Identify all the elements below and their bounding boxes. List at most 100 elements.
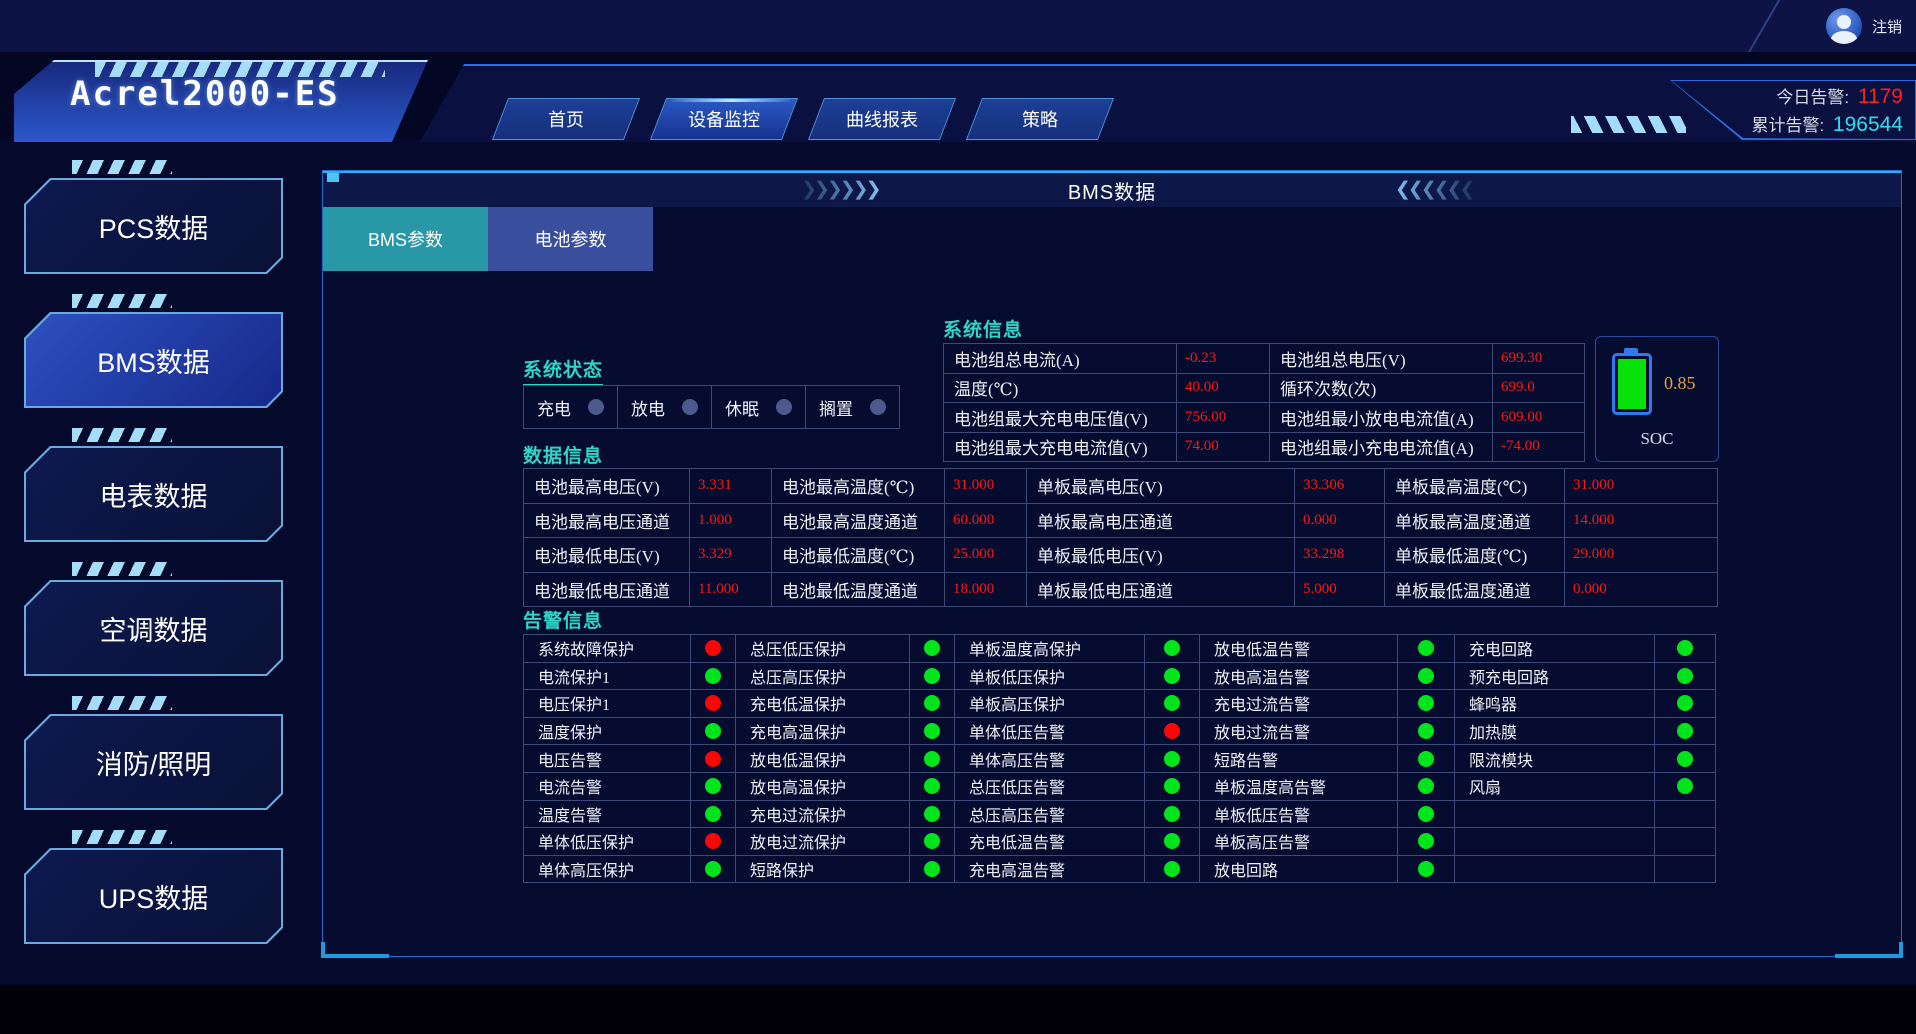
alarm-alert-icon <box>705 751 721 767</box>
alarm-indicator-cell <box>1145 745 1199 772</box>
alarm-ok-icon <box>1418 751 1434 767</box>
sidebar-button[interactable]: 消防/照明 <box>24 714 283 810</box>
alarm-indicator-cell <box>1655 690 1715 717</box>
alarm-indicator-cell <box>1398 773 1454 800</box>
nav-tab-设备监控[interactable]: 设备监控 <box>650 98 798 140</box>
sidebar-slashes-decoration <box>72 696 172 710</box>
alarm-label: 总压低压告警 <box>955 773 1144 800</box>
alarm-indicator-cell <box>1655 663 1715 690</box>
sidebar-button[interactable]: UPS数据 <box>24 848 283 944</box>
info-label: 电池组最大充电电流值(V) <box>944 433 1176 462</box>
alarm-indicator-cell <box>1145 828 1199 855</box>
alarm-ok-icon <box>1164 695 1180 711</box>
system-info-table: 电池组总电流(A)-0.23电池组总电压(V)699.30温度(℃)40.00循… <box>943 343 1585 462</box>
tab-BMS参数[interactable]: BMS参数 <box>323 207 488 271</box>
alarm-label: 放电过流保护 <box>736 828 909 855</box>
nav-tab-首页[interactable]: 首页 <box>492 98 640 140</box>
alarm-label <box>1455 828 1654 855</box>
info-value: 11.000 <box>690 573 771 607</box>
chevrons-left-icon <box>1395 178 1473 201</box>
alarm-label: 充电高温保护 <box>736 718 909 745</box>
sidebar-item-PCS数据[interactable]: PCS数据 <box>24 160 283 274</box>
nav-tab-label: 曲线报表 <box>817 99 947 139</box>
sidebar-button-label: BMS数据 <box>26 314 281 406</box>
info-label: 电池最低电压(V) <box>524 538 689 572</box>
nav-tab-曲线报表[interactable]: 曲线报表 <box>808 98 956 140</box>
alarm-indicator-cell <box>1145 663 1199 690</box>
alarm-label: 单板高压保护 <box>955 690 1144 717</box>
info-label: 电池最高温度通道 <box>772 504 944 538</box>
info-value: 31.000 <box>1565 469 1717 503</box>
alarm-ok-icon <box>1418 695 1434 711</box>
sidebar-button-label: PCS数据 <box>26 180 281 272</box>
panel-title: BMS数据 <box>323 173 1901 207</box>
alarm-alert-icon <box>705 640 721 656</box>
alarm-ok-icon <box>705 861 721 877</box>
alarm-ok-icon <box>1677 695 1693 711</box>
info-value: 40.00 <box>1177 374 1269 403</box>
logout-label[interactable]: 注销 <box>1872 16 1902 37</box>
total-alarm-label: 累计告警: <box>1751 116 1824 135</box>
alarm-indicator-cell <box>910 801 954 828</box>
alarm-ok-icon <box>924 861 940 877</box>
panel-title-bar: BMS数据 <box>323 171 1901 207</box>
info-value: 14.000 <box>1565 504 1717 538</box>
sidebar-button[interactable]: BMS数据 <box>24 312 283 408</box>
sidebar-button[interactable]: PCS数据 <box>24 178 283 274</box>
bms-dashboard: 注销 Acrel2000-ES 首页设备监控曲线报表策略 今日告警: 1179 … <box>0 0 1916 1034</box>
alarm-indicator-cell <box>691 635 735 662</box>
info-value: 699.30 <box>1493 344 1584 373</box>
header-band: Acrel2000-ES 首页设备监控曲线报表策略 今日告警: 1179 累计告… <box>0 52 1916 140</box>
alarm-ok-icon <box>1418 806 1434 822</box>
bms-panel: BMS数据 BMS参数电池参数 系统状态 充电放电休眠搁置 系统信息 电池组总电… <box>322 170 1902 957</box>
sidebar-item-空调数据[interactable]: 空调数据 <box>24 562 283 676</box>
alarm-ok-icon <box>705 806 721 822</box>
alarm-indicator-cell <box>691 773 735 800</box>
panel-corner-decoration <box>1835 942 1903 958</box>
sidebar-button-label: 消防/照明 <box>26 716 281 808</box>
status-cell-放电: 放电 <box>618 386 711 428</box>
info-label: 单板最低温度(℃) <box>1385 538 1564 572</box>
info-value: 31.000 <box>945 469 1026 503</box>
alarm-indicator-cell <box>1655 773 1715 800</box>
status-cell-搁置: 搁置 <box>806 386 899 428</box>
info-label: 单板最高电压(V) <box>1027 469 1294 503</box>
alarm-ok-icon <box>924 640 940 656</box>
alarm-label: 单体低压告警 <box>955 718 1144 745</box>
info-label: 电池组最大充电电压值(V) <box>944 403 1176 432</box>
alarm-ok-icon <box>1418 668 1434 684</box>
alarm-indicator-cell <box>910 690 954 717</box>
alarm-indicator-cell <box>691 663 735 690</box>
today-alarm-value: 1179 <box>1858 85 1903 108</box>
alarm-label: 短路保护 <box>736 856 909 883</box>
topbar-divider <box>1744 0 1782 60</box>
info-value: 33.306 <box>1295 469 1384 503</box>
sidebar-item-电表数据[interactable]: 电表数据 <box>24 428 283 542</box>
sidebar-item-消防/照明[interactable]: 消防/照明 <box>24 696 283 810</box>
alarm-indicator-cell <box>691 856 735 883</box>
sidebar-item-BMS数据[interactable]: BMS数据 <box>24 294 283 408</box>
logout-button[interactable]: 注销 <box>1826 8 1902 44</box>
sidebar-slashes-decoration <box>72 562 172 576</box>
alarm-label: 单体低压保护 <box>524 828 690 855</box>
alarm-label: 放电低温保护 <box>736 745 909 772</box>
sidebar-item-UPS数据[interactable]: UPS数据 <box>24 830 283 944</box>
alarm-indicator-cell <box>1398 745 1454 772</box>
info-value: 3.329 <box>690 538 771 572</box>
user-avatar-icon[interactable] <box>1826 8 1862 44</box>
sidebar-button[interactable]: 电表数据 <box>24 446 283 542</box>
tab-电池参数[interactable]: 电池参数 <box>488 207 653 271</box>
alarm-indicator-cell <box>910 635 954 662</box>
sidebar-button[interactable]: 空调数据 <box>24 580 283 676</box>
alarm-indicator-cell <box>1145 690 1199 717</box>
status-label: 休眠 <box>725 395 759 420</box>
alarm-indicator-cell <box>1145 856 1199 883</box>
nav-tab-策略[interactable]: 策略 <box>966 98 1114 140</box>
alarm-alert-icon <box>1164 723 1180 739</box>
alarm-label: 单体高压保护 <box>524 856 690 883</box>
status-indicator-icon <box>682 399 698 415</box>
alarm-label: 系统故障保护 <box>524 635 690 662</box>
sidebar-button-label: 电表数据 <box>26 448 281 540</box>
soc-value: 0.85 <box>1664 373 1696 394</box>
alarm-ok-icon <box>1164 751 1180 767</box>
